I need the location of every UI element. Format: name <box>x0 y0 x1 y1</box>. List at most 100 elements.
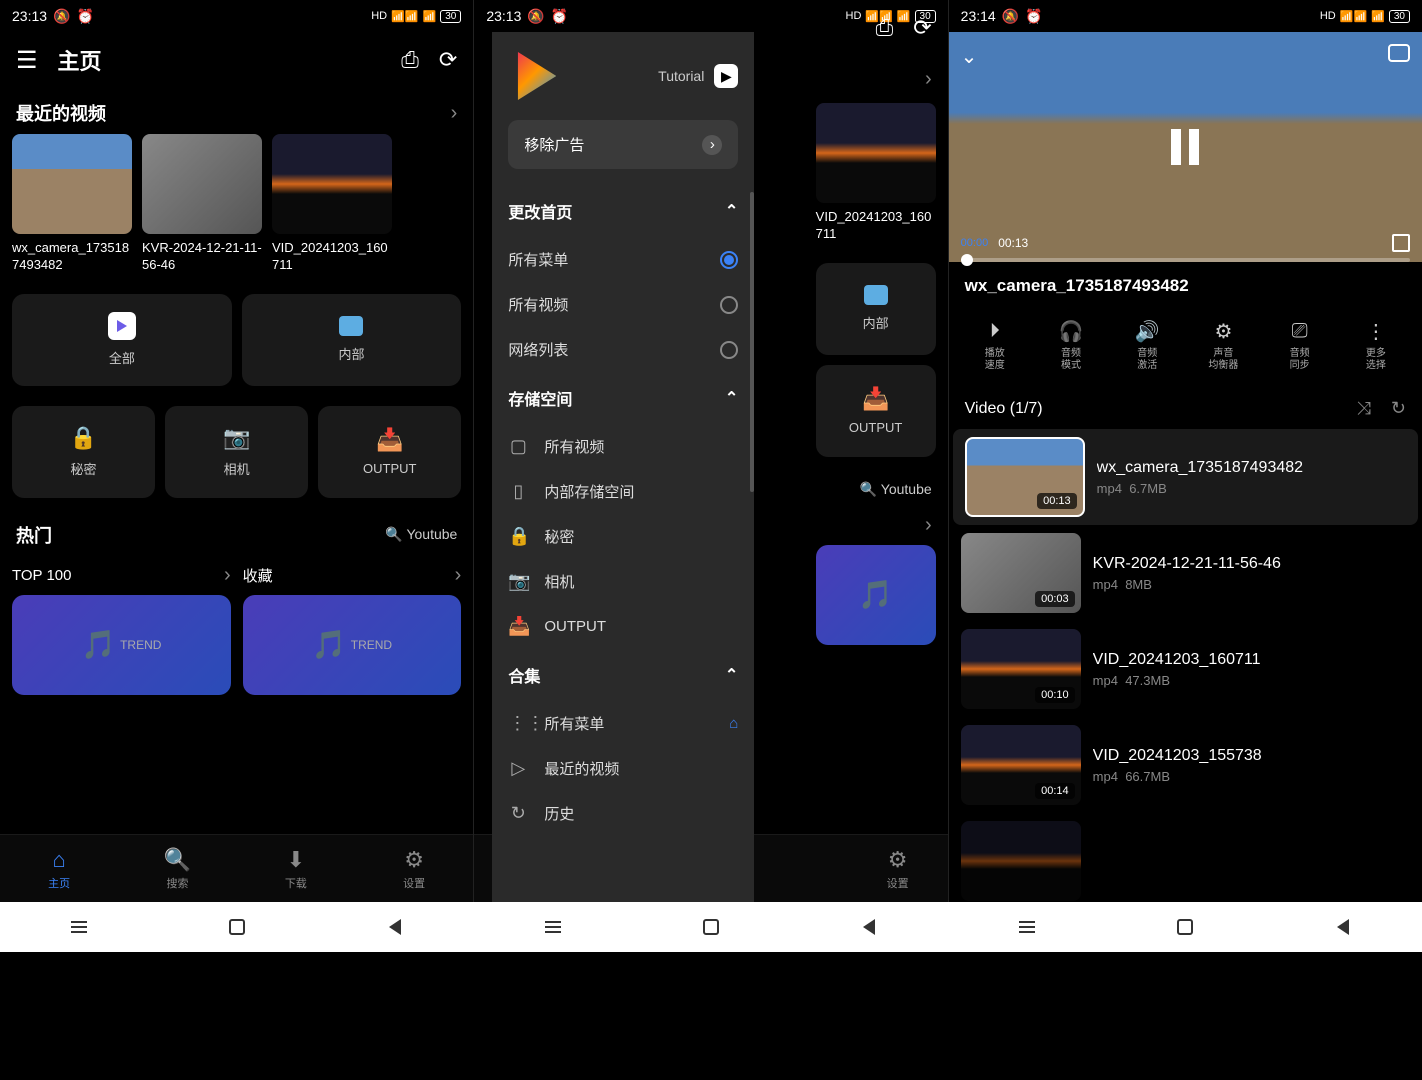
status-bar: 23:13 🔕 ⏰ HD 📶📶 📶 30 <box>0 0 473 32</box>
recent-header[interactable]: 最近的视频 › <box>0 88 473 134</box>
tile-secret[interactable]: 🔒 秘密 <box>12 406 155 498</box>
queue-item[interactable] <box>949 813 1422 902</box>
hot-top100[interactable]: TOP 100 › 🎵 TREND <box>12 556 231 695</box>
sync-icon: ⎚ <box>1292 318 1308 344</box>
pip-icon[interactable] <box>1388 44 1410 62</box>
storage-output[interactable]: 📥 OUTPUT <box>508 604 738 649</box>
chevron-circle-icon: › <box>702 135 722 155</box>
recents-button[interactable] <box>67 915 91 939</box>
youtube-link[interactable]: 🔍 Youtube <box>385 526 457 543</box>
tool-more[interactable]: ⋮ 更多选择 <box>1338 318 1414 372</box>
output-icon: 📥 <box>862 386 889 412</box>
tool-audio-mode[interactable]: 🎧 音频模式 <box>1033 318 1109 372</box>
home-button[interactable] <box>225 915 249 939</box>
video-item[interactable]: wx_camera_1735187493482 <box>12 134 132 274</box>
tile-output[interactable]: 📥 OUTPUT <box>816 365 936 457</box>
refresh-icon[interactable]: ⟳ <box>913 15 931 41</box>
shuffle-icon[interactable]: ⤨ <box>1356 398 1370 419</box>
trend-icon: 🎵 <box>858 578 893 611</box>
tool-speed[interactable]: ⏵ 播放速度 <box>957 318 1033 372</box>
alarm-icon: ⏰ <box>76 8 93 25</box>
queue-thumbnail: 00:14 <box>961 725 1081 805</box>
collapse-icon[interactable]: ⌄ <box>961 44 978 69</box>
collection-all-menu[interactable]: ⋮⋮ 所有菜单 ⌂ <box>508 701 738 746</box>
refresh-icon[interactable]: ⟳ <box>439 47 457 73</box>
back-button[interactable] <box>1331 915 1355 939</box>
search-icon: 🔍 <box>164 847 191 873</box>
home-option-network[interactable]: 网络列表 <box>508 327 738 372</box>
pause-button[interactable] <box>1171 129 1199 165</box>
tile-internal[interactable]: 内部 <box>242 294 462 386</box>
change-home-header[interactable]: 更改首页 ⌃ <box>508 185 738 237</box>
queue-item[interactable]: 00:10 VID_20241203_160711 mp4 47.3MB <box>949 621 1422 717</box>
tool-equalizer[interactable]: ⚙ 声音均衡器 <box>1185 318 1261 372</box>
repeat-icon[interactable]: ↻ <box>1391 398 1406 419</box>
fullscreen-icon[interactable] <box>1392 234 1410 252</box>
home-option-all-videos[interactable]: 所有视频 <box>508 282 738 327</box>
headphone-icon: 🎧 <box>1059 318 1084 344</box>
storage-all-videos[interactable]: ▢ 所有视频 <box>508 424 738 469</box>
dnd-icon: 🔕 <box>1002 8 1019 25</box>
video-player[interactable]: ⌄ 00:00 00:13 <box>949 32 1422 262</box>
elapsed-time: 00:00 <box>961 237 989 249</box>
folder-icon <box>864 285 888 305</box>
equalizer-icon: ⚙ <box>1214 318 1232 344</box>
nav-download[interactable]: ⬇ 下载 <box>237 835 355 902</box>
recents-button[interactable] <box>541 915 565 939</box>
storage-camera[interactable]: 📷 相机 <box>508 559 738 604</box>
remove-ads-button[interactable]: 移除广告 › <box>508 120 738 169</box>
trend-card[interactable]: 🎵 TREND <box>243 595 462 695</box>
recents-button[interactable] <box>1015 915 1039 939</box>
tool-audio-sync[interactable]: ⎚ 音频同步 <box>1262 318 1338 372</box>
cast-icon[interactable]: ⎙ <box>401 47 419 73</box>
queue-item[interactable]: 00:14 VID_20241203_155738 mp4 66.7MB <box>949 717 1422 813</box>
storage-secret[interactable]: 🔒 秘密 <box>508 514 738 559</box>
download-icon: ⬇ <box>287 847 305 873</box>
queue-item[interactable]: 00:03 KVR-2024-12-21-11-56-46 mp4 8MB <box>949 525 1422 621</box>
camera-icon: 📷 <box>508 571 528 592</box>
collection-header[interactable]: 合集 ⌃ <box>508 649 738 701</box>
nav-settings[interactable]: ⚙ 设置 <box>848 835 948 902</box>
home-option-all-menu[interactable]: 所有菜单 <box>508 237 738 282</box>
back-button[interactable] <box>383 915 407 939</box>
signal-icon: 📶📶 <box>1340 10 1367 23</box>
queue-item[interactable]: 00:13 wx_camera_1735187493482 mp4 6.7MB <box>953 429 1418 525</box>
hot-favorites[interactable]: 收藏 › 🎵 TREND <box>243 556 462 695</box>
video-item[interactable]: KVR-2024-12-21-11-56-46 <box>142 134 262 274</box>
collection-recent[interactable]: ▷ 最近的视频 <box>508 746 738 791</box>
nav-home[interactable]: ⌂ 主页 <box>0 835 118 902</box>
queue-thumbnail: 00:13 <box>965 437 1085 517</box>
trend-card[interactable]: 🎵 <box>816 545 936 645</box>
wifi-icon: 📶 <box>423 10 437 23</box>
tile-all[interactable]: 全部 <box>12 294 232 386</box>
cast-icon[interactable]: ⎙ <box>876 15 894 41</box>
storage-internal[interactable]: ▯ 内部存储空间 <box>508 469 738 514</box>
collection-history[interactable]: ↻ 历史 <box>508 791 738 836</box>
progress-handle[interactable] <box>961 254 973 266</box>
video-item[interactable]: VID_20241203_160711 <box>272 134 392 274</box>
tool-audio-active[interactable]: 🔊 音频激活 <box>1109 318 1185 372</box>
nav-settings[interactable]: ⚙ 设置 <box>355 835 473 902</box>
tile-camera[interactable]: 📷 相机 <box>165 406 308 498</box>
home-button[interactable] <box>1173 915 1197 939</box>
tutorial-label[interactable]: Tutorial <box>658 68 704 84</box>
drawer-header: Tutorial ▶ <box>492 32 754 120</box>
signal-hd: HD <box>371 10 387 22</box>
video-name: VID_20241203_160711 <box>816 209 936 243</box>
category-tiles-row2: 🔒 秘密 📷 相机 📥 OUTPUT <box>0 386 473 498</box>
queue-thumbnail <box>961 821 1081 901</box>
nav-search[interactable]: 🔍 搜索 <box>118 835 236 902</box>
storage-header[interactable]: 存储空间 ⌃ <box>508 372 738 424</box>
tile-output[interactable]: 📥 OUTPUT <box>318 406 461 498</box>
progress-bar[interactable] <box>961 258 1410 262</box>
menu-icon[interactable]: ☰ <box>16 46 38 75</box>
tutorial-icon[interactable]: ▶ <box>714 64 738 88</box>
video-item[interactable]: VID_20241203_160711 <box>816 103 936 243</box>
tile-internal[interactable]: 内部 <box>816 263 936 355</box>
chevron-right-icon: › <box>455 564 462 587</box>
scrollbar[interactable] <box>750 192 754 492</box>
trend-card[interactable]: 🎵 TREND <box>12 595 231 695</box>
youtube-link[interactable]: 🔍 Youtube <box>860 481 932 498</box>
home-button[interactable] <box>699 915 723 939</box>
back-button[interactable] <box>857 915 881 939</box>
